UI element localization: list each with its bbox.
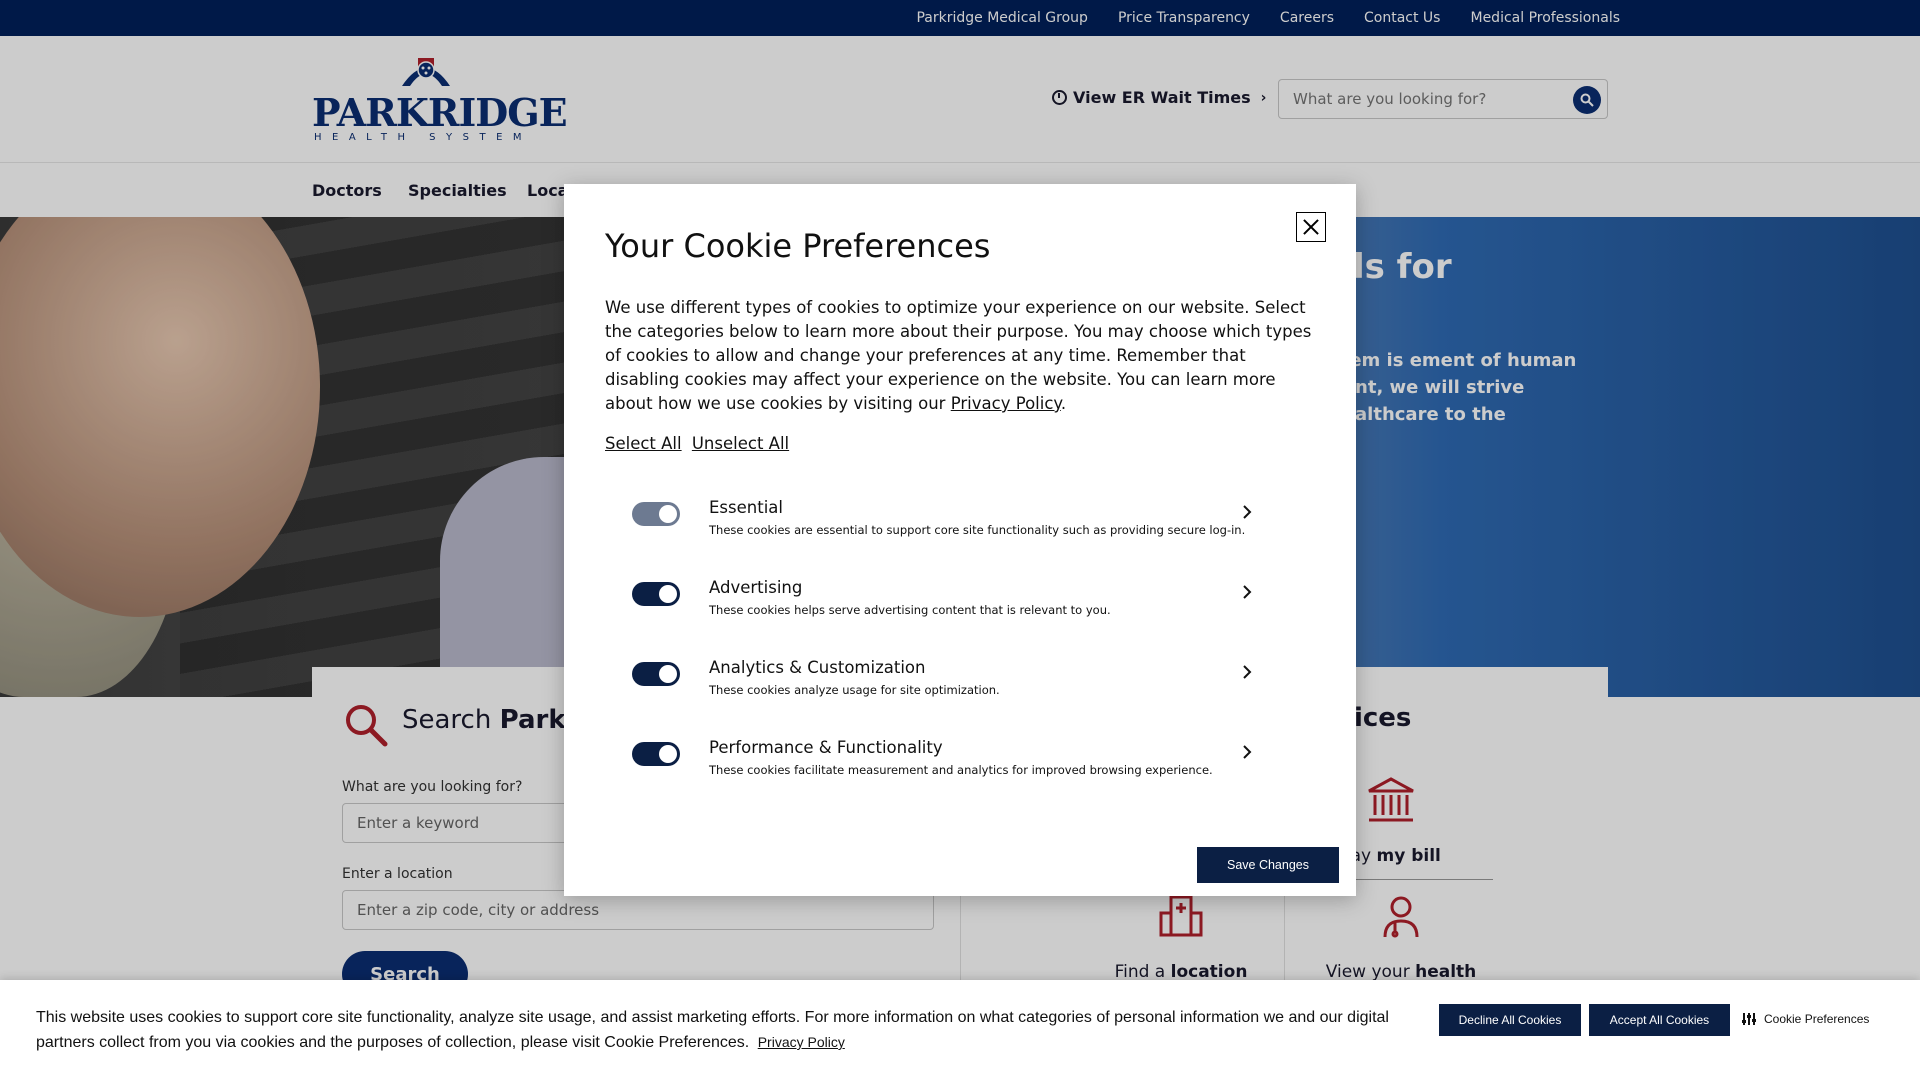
banner-privacy-link[interactable]: Privacy Policy — [758, 1034, 845, 1050]
banner-text: This website uses cookies to support cor… — [36, 1009, 1389, 1051]
performance-toggle[interactable] — [632, 742, 680, 766]
essential-toggle[interactable] — [632, 502, 680, 526]
chevron-right-icon[interactable] — [1242, 584, 1252, 600]
advertising-toggle[interactable] — [632, 582, 680, 606]
cookie-category-essential[interactable]: Essential These cookies are essential to… — [632, 498, 1312, 546]
accept-all-button[interactable]: Accept All Cookies — [1589, 1004, 1730, 1036]
unselect-all-link[interactable]: Unselect All — [692, 434, 789, 453]
category-name: Performance & Functionality — [709, 738, 943, 757]
category-description: These cookies facilitate measurement and… — [709, 763, 1213, 777]
toggle-knob — [659, 745, 677, 763]
modal-privacy-link[interactable]: Privacy Policy — [951, 394, 1061, 413]
analytics-toggle[interactable] — [632, 662, 680, 686]
chevron-right-icon[interactable] — [1242, 744, 1252, 760]
cookie-category-performance[interactable]: Performance & Functionality These cookie… — [632, 738, 1312, 786]
chevron-right-icon[interactable] — [1242, 664, 1252, 680]
toggle-knob — [659, 665, 677, 683]
cookie-preferences-modal: Your Cookie Preferences We use different… — [564, 184, 1356, 896]
sliders-icon — [1742, 1013, 1756, 1025]
select-all-link[interactable]: Select All — [605, 434, 682, 453]
category-description: These cookies are essential to support c… — [709, 523, 1246, 537]
category-name: Advertising — [709, 578, 803, 597]
category-description: These cookies helps serve advertising co… — [709, 603, 1111, 617]
category-name: Analytics & Customization — [709, 658, 926, 677]
toggle-knob — [659, 505, 677, 523]
close-icon[interactable] — [1296, 212, 1326, 242]
modal-description: We use different types of cookies to opt… — [605, 298, 1312, 413]
cookie-preferences-label: Cookie Preferences — [1764, 1012, 1870, 1026]
chevron-right-icon[interactable] — [1242, 504, 1252, 520]
category-description: These cookies analyze usage for site opt… — [709, 683, 1000, 697]
cookie-category-analytics[interactable]: Analytics & Customization These cookies … — [632, 658, 1312, 706]
modal-title: Your Cookie Preferences — [605, 227, 991, 265]
select-links: Select All Unselect All — [605, 434, 794, 453]
decline-all-button[interactable]: Decline All Cookies — [1439, 1004, 1581, 1036]
category-name: Essential — [709, 498, 783, 517]
cookie-category-advertising[interactable]: Advertising These cookies helps serve ad… — [632, 578, 1312, 626]
cookie-preferences-link[interactable]: Cookie Preferences — [1742, 1012, 1869, 1026]
toggle-knob — [659, 585, 677, 603]
cookie-banner: This website uses cookies to support cor… — [0, 980, 1920, 1080]
save-changes-button[interactable]: Save Changes — [1197, 847, 1339, 883]
